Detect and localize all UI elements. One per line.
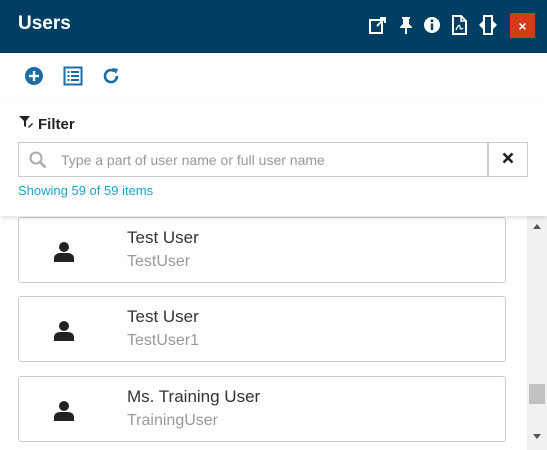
add-icon[interactable] bbox=[23, 65, 45, 87]
scroll-down-arrow-icon[interactable] bbox=[533, 434, 541, 439]
list-scrollbar[interactable] bbox=[527, 216, 547, 450]
user-avatar-icon bbox=[53, 320, 75, 347]
filter-header: Filter bbox=[18, 114, 75, 135]
popout-icon[interactable] bbox=[367, 14, 389, 36]
clear-filter-button[interactable] bbox=[488, 142, 528, 177]
window-titlebar: Users × bbox=[0, 0, 547, 53]
user-avatar-icon bbox=[53, 400, 75, 427]
scrollbar-thumb[interactable] bbox=[529, 384, 545, 404]
filter-label: Filter bbox=[38, 116, 75, 133]
user-login: TestUser bbox=[127, 253, 191, 270]
user-card[interactable]: Test User TestUser bbox=[18, 217, 506, 283]
close-button[interactable]: × bbox=[510, 13, 535, 38]
user-card[interactable]: Test User TestUser1 bbox=[18, 296, 506, 362]
user-display-name: Test User bbox=[127, 228, 199, 247]
user-login: TestUser1 bbox=[127, 332, 200, 349]
info-icon[interactable] bbox=[421, 14, 443, 36]
user-card[interactable]: Ms. Training User TrainingUser bbox=[18, 376, 506, 442]
item-count: Showing 59 of 59 items bbox=[18, 183, 154, 198]
search-input[interactable] bbox=[61, 143, 481, 176]
search-icon bbox=[29, 151, 47, 174]
user-avatar-icon bbox=[53, 241, 75, 268]
user-display-name: Test User bbox=[127, 307, 199, 326]
list-icon[interactable] bbox=[62, 65, 84, 87]
close-icon bbox=[502, 151, 514, 169]
user-list: Test User TestUser Test User TestUser1 M… bbox=[0, 216, 527, 450]
filter-icon bbox=[18, 114, 34, 135]
filter-panel: Filter Showing 59 of 59 items bbox=[0, 99, 547, 216]
pdf-icon[interactable] bbox=[448, 14, 470, 36]
toolbar bbox=[0, 53, 547, 99]
window-title: Users bbox=[18, 13, 71, 34]
refresh-icon[interactable] bbox=[100, 65, 122, 87]
scroll-up-arrow-icon[interactable] bbox=[533, 224, 541, 229]
user-display-name: Ms. Training User bbox=[127, 387, 261, 406]
resize-icon[interactable] bbox=[477, 14, 499, 36]
user-login: TrainingUser bbox=[127, 412, 218, 429]
search-box bbox=[18, 142, 488, 177]
pin-icon[interactable] bbox=[395, 14, 417, 36]
